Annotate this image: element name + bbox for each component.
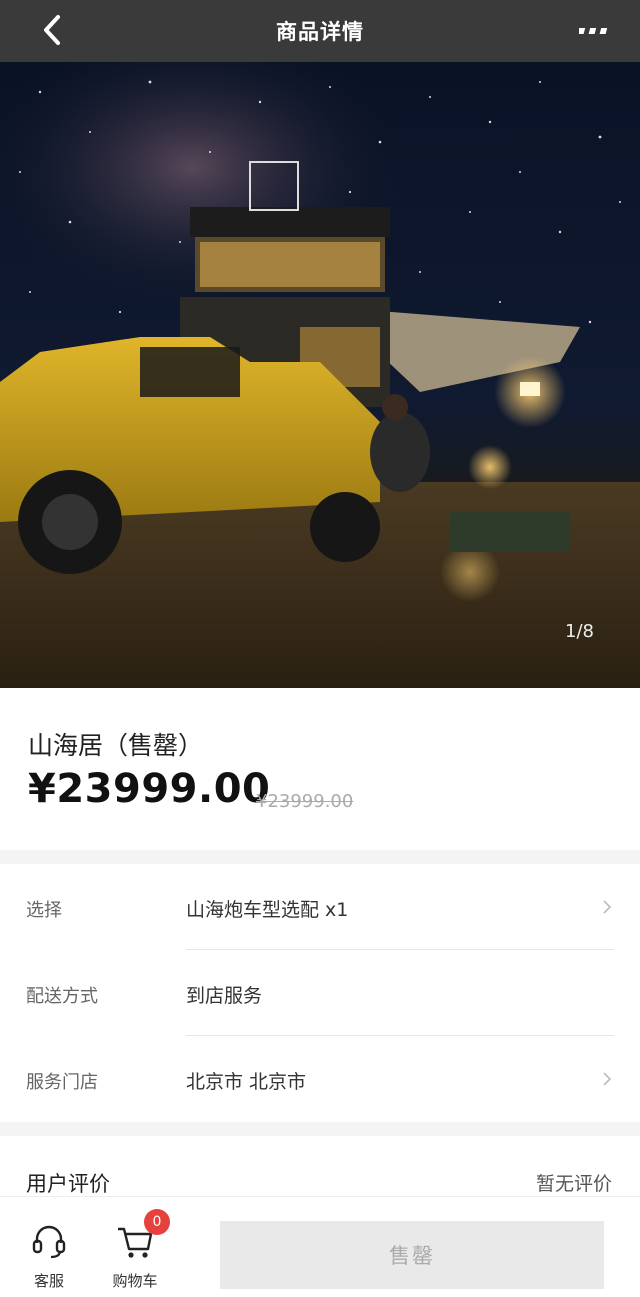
option-value: 到店服务 bbox=[186, 985, 263, 1007]
option-label: 服务门店 bbox=[26, 1072, 98, 1093]
cart-count-badge: 0 bbox=[144, 1209, 170, 1235]
review-title: 用户评价 bbox=[26, 1172, 110, 1196]
option-row-delivery: 配送方式 到店服务 bbox=[0, 950, 640, 1036]
option-row-store[interactable]: 服务门店 北京市 北京市 bbox=[0, 1036, 640, 1122]
option-label: 配送方式 bbox=[26, 986, 98, 1007]
sold-out-button[interactable]: 售罄 bbox=[220, 1221, 604, 1289]
product-price: ¥23999.00 bbox=[28, 766, 271, 812]
option-value: 北京市 北京市 bbox=[186, 1071, 307, 1093]
more-button[interactable] bbox=[574, 16, 614, 46]
cart-label: 购物车 bbox=[112, 1272, 158, 1290]
review-status: 暂无评价 bbox=[535, 1173, 612, 1195]
more-dots-icon bbox=[579, 28, 608, 34]
chevron-right-icon bbox=[603, 900, 612, 914]
option-label: 选择 bbox=[26, 900, 62, 921]
product-image-carousel[interactable]: 1/8 bbox=[0, 62, 640, 688]
product-info-card: 山海居（售罄） ¥23999.00 ¥23999.00 bbox=[0, 688, 640, 850]
back-arrow-icon bbox=[44, 15, 60, 45]
product-photo bbox=[0, 62, 640, 688]
page-title: 商品详情 bbox=[276, 20, 364, 44]
bottom-action-bar: 客服 0 购物车 售罄 bbox=[0, 1196, 640, 1297]
option-value: 山海炮车型选配 x1 bbox=[186, 899, 349, 921]
product-detail-page: 商品详情 1/8 山海居（售罄） ¥23999.00 ¥23999.00 选择 … bbox=[0, 0, 640, 1297]
chevron-right-icon bbox=[603, 1072, 612, 1086]
customer-service-label: 客服 bbox=[33, 1272, 64, 1290]
option-row-select[interactable]: 选择 山海炮车型选配 x1 bbox=[0, 864, 640, 950]
options-card: 选择 山海炮车型选配 x1 配送方式 到店服务 服务门店 北京市 北京市 bbox=[0, 864, 640, 1122]
image-counter: 1/8 bbox=[565, 621, 594, 642]
customer-service-button[interactable]: 客服 bbox=[14, 1221, 84, 1291]
headset-icon bbox=[32, 1225, 66, 1259]
back-button[interactable] bbox=[30, 8, 74, 52]
original-price: ¥23999.00 bbox=[256, 791, 354, 812]
product-name: 山海居（售罄） bbox=[28, 731, 204, 760]
cart-button[interactable]: 0 购物车 bbox=[100, 1209, 170, 1291]
top-nav-bar: 商品详情 bbox=[0, 0, 640, 62]
